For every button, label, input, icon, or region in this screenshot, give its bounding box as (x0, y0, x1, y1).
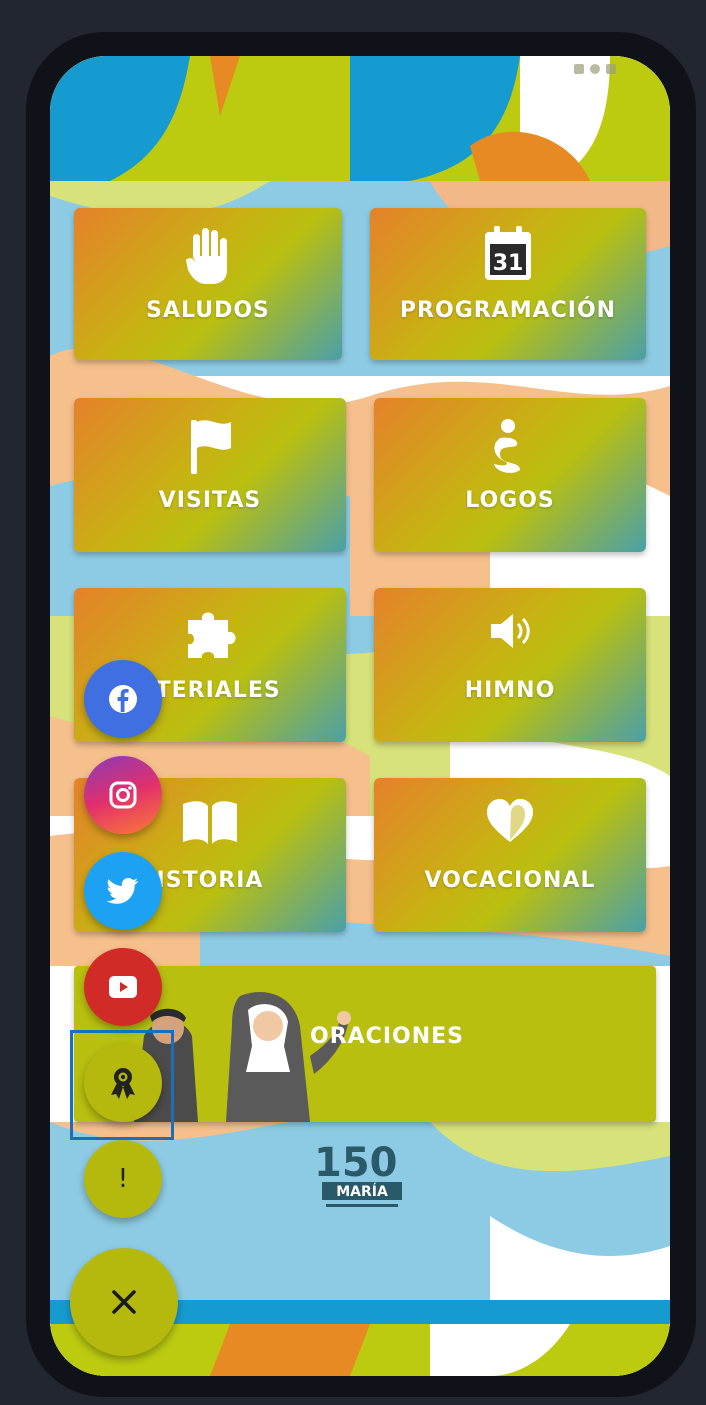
flag-icon (74, 416, 346, 480)
speaker-icon (374, 606, 646, 670)
logo-number: 150 (314, 1140, 398, 1186)
tile-label: ORACIONES (310, 1024, 464, 1049)
app-screen: SALUDOS 31 PROGRAMACIÓN VISITAS LOGOS AT… (50, 56, 670, 1376)
close-icon (112, 1290, 136, 1314)
info-button[interactable]: ! (84, 1140, 162, 1218)
facebook-icon (109, 685, 137, 713)
twitter-icon (107, 878, 138, 904)
info-label: ! (117, 1164, 129, 1194)
tile-vocacional[interactable]: VOCACIONAL (374, 778, 646, 932)
tile-label: LOGOS (465, 488, 555, 513)
calendar-day-text: 31 (493, 251, 524, 276)
battery-icon (606, 64, 616, 74)
notification-icon (574, 64, 584, 74)
status-bar-icons (574, 64, 616, 74)
twitter-button[interactable] (84, 852, 162, 930)
youtube-icon (109, 976, 137, 998)
logo-figure-icon (374, 416, 646, 480)
selection-highlight (70, 1030, 174, 1140)
anniversary-logo: 150 MARÍA (312, 1136, 412, 1212)
tile-saludos[interactable]: SALUDOS (74, 208, 342, 360)
instagram-icon (109, 781, 137, 809)
tile-label: SALUDOS (146, 298, 270, 323)
signal-icon (590, 64, 600, 74)
instagram-button[interactable] (84, 756, 162, 834)
tile-label: PROGRAMACIÓN (399, 298, 617, 323)
tile-logos[interactable]: LOGOS (374, 398, 646, 552)
logo-word: MARÍA (336, 1183, 388, 1200)
tile-label: VOCACIONAL (424, 868, 596, 893)
heart-icon (374, 796, 646, 860)
youtube-button[interactable] (84, 948, 162, 1026)
close-fab-button[interactable] (70, 1248, 178, 1356)
tile-programacion[interactable]: 31 PROGRAMACIÓN (370, 208, 646, 360)
facebook-button[interactable] (84, 660, 162, 738)
tile-label: HIMNO (464, 678, 556, 703)
hand-icon (74, 226, 342, 290)
tile-label: VISITAS (158, 488, 262, 513)
tile-himno[interactable]: HIMNO (374, 588, 646, 742)
calendar-31-icon: 31 (370, 226, 646, 290)
tile-visitas[interactable]: VISITAS (74, 398, 346, 552)
